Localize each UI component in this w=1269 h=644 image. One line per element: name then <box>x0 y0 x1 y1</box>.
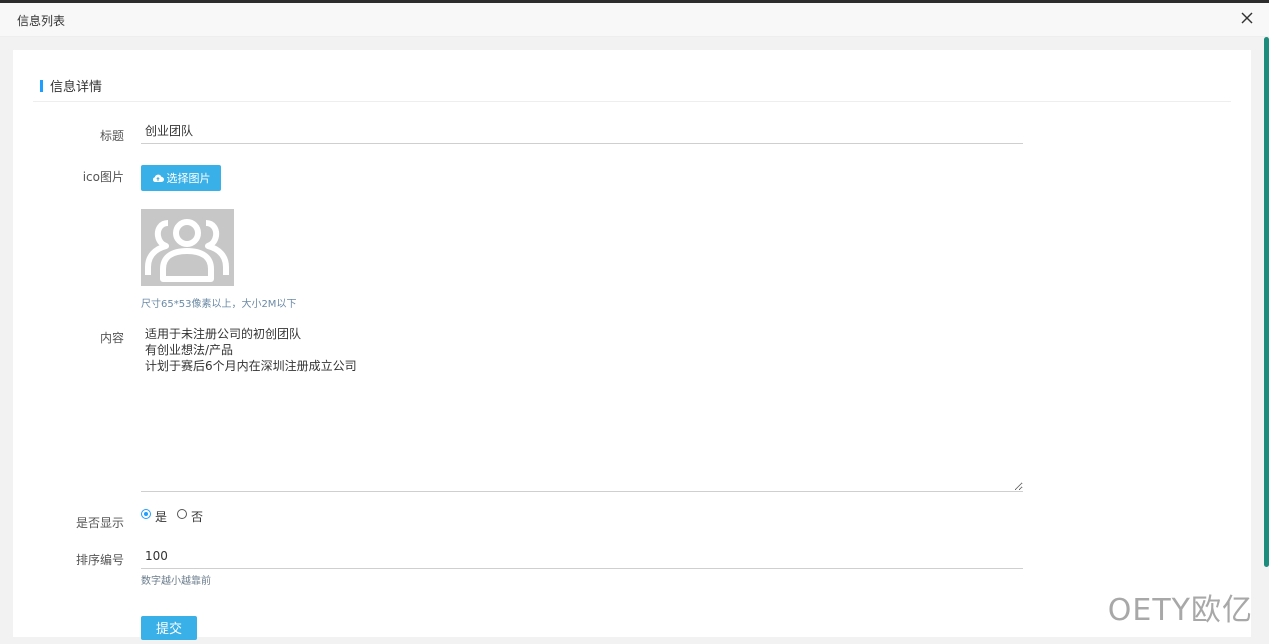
display-label: 是否显示 <box>75 516 124 530</box>
dialog-title: 信息列表 <box>17 14 66 28</box>
sort-label: 排序编号 <box>75 553 124 567</box>
icon-label: ico图片 <box>82 170 124 184</box>
section-header: 信息详情 <box>33 74 1231 102</box>
user-group-icon <box>145 219 229 282</box>
content-textarea[interactable]: 适用于未注册公司的初创团队 有创业想法/产品 计划于赛后6个月内在深圳注册成立公… <box>141 324 1023 492</box>
radio-checked-icon <box>141 508 151 519</box>
icon-preview-image <box>141 209 234 286</box>
scrollbar[interactable] <box>1264 37 1269 567</box>
title-label: 标题 <box>99 129 124 143</box>
section-title: 信息详情 <box>50 80 103 95</box>
submit-button[interactable]: 提交 <box>141 616 197 640</box>
display-radio-yes[interactable]: 是 <box>141 508 167 525</box>
title-input[interactable] <box>141 118 1023 144</box>
choose-image-button[interactable]: 选择图片 <box>141 165 221 191</box>
radio-unchecked-icon <box>177 508 188 519</box>
form-panel: 信息详情 标题 ico图片 选择图片 尺寸65*53像素以上，大小2M以下 内容… <box>13 50 1251 640</box>
display-radio-group: 是 否 <box>141 506 213 526</box>
content-label: 内容 <box>99 331 124 345</box>
icon-size-hint: 尺寸65*53像素以上，大小2M以下 <box>141 299 297 310</box>
section-accent-bar <box>40 80 43 92</box>
sort-input[interactable] <box>141 543 1023 569</box>
dialog-titlebar: 信息列表 <box>0 3 1269 37</box>
cloud-upload-icon <box>152 174 164 182</box>
display-option-no-label: 否 <box>191 509 204 524</box>
display-option-yes-label: 是 <box>155 509 168 524</box>
watermark: OETY欧亿 <box>1107 593 1253 628</box>
sort-hint: 数字越小越靠前 <box>141 576 211 587</box>
choose-image-label: 选择图片 <box>166 172 211 185</box>
display-radio-no[interactable]: 否 <box>177 508 203 525</box>
close-icon[interactable] <box>1239 10 1255 26</box>
